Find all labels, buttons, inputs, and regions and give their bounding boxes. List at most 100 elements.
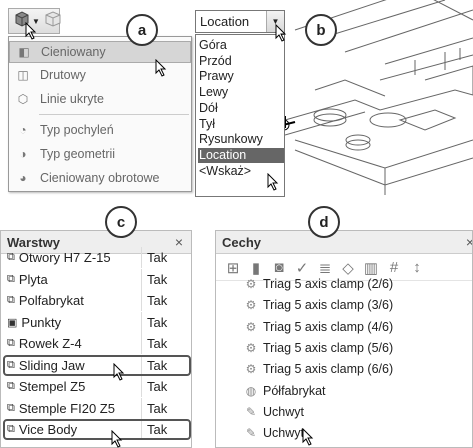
cube-hidden-lines-icon: ⬡ <box>17 92 29 106</box>
layer-visible-value[interactable]: Tak <box>147 379 167 394</box>
holder-icon: ✎ <box>245 426 257 441</box>
menu-item-label: Typ geometrii <box>40 147 116 161</box>
layer-row[interactable]: ⧉ Stempel Z5 Tak <box>1 376 191 397</box>
orientation-list: Góra Przód Prawy Lewy Dół Tył Rysunkowy Locatio… <box>195 34 285 197</box>
menu-item-label: Drutowy <box>40 68 86 82</box>
layer-visible-value[interactable]: Tak <box>147 250 167 265</box>
hash-icon[interactable]: # <box>385 259 403 276</box>
bin-icon[interactable]: ◙ <box>270 259 288 276</box>
layer-name: Polfabrykat <box>18 293 84 308</box>
layer-visible-value[interactable]: Tak <box>147 293 167 308</box>
holder-icon: ✎ <box>245 404 257 419</box>
feature-item[interactable]: ⚙ Triag 5 axis clamp (3/6) <box>244 298 394 313</box>
column-divider <box>141 311 142 333</box>
menu-item-3[interactable]: ◔ Typ pochyleń <box>9 119 191 141</box>
geometry-type-icon: ◑ <box>19 147 27 161</box>
layer-icon: ⧉ <box>7 380 15 392</box>
layer-row[interactable]: ⧉ Rowek Z-4 Tak <box>1 333 191 354</box>
mouse-cursor-icon <box>25 22 37 40</box>
stock-icon: ◍ <box>245 383 257 398</box>
feature-label: Triag 5 axis clamp (3/6) <box>263 298 394 313</box>
column-divider <box>141 376 142 397</box>
layer-visible-value[interactable]: Tak <box>147 336 167 351</box>
layer-row[interactable]: ⧉ Stemple FI20 Z5 Tak <box>1 397 191 419</box>
menu-item-label: Cieniowany <box>41 45 106 59</box>
layer-name: Plyta <box>18 271 48 287</box>
feature-label: Triag 5 axis clamp (6/6) <box>263 362 394 377</box>
feature-label: Półfabrykat <box>263 383 326 398</box>
layer-active-icon: ▣ <box>7 316 18 329</box>
clamp-icon: ⚙ <box>245 319 257 334</box>
feature-label: Triag 5 axis clamp (2/6) <box>263 277 394 291</box>
layer-row[interactable]: ⧉ Plyta Tak <box>1 268 191 290</box>
layer-icon: ⧉ <box>7 272 15 285</box>
row-highlight <box>3 419 191 440</box>
menu-item-2[interactable]: ⬡ Linie ukryte <box>9 88 191 110</box>
clamp-icon: ⚙ <box>245 277 257 291</box>
orientation-option[interactable]: Tył <box>198 117 284 133</box>
feature-item[interactable]: ✎ Uchwyt <box>244 405 304 419</box>
layer-visible-value[interactable]: Tak <box>147 272 167 287</box>
sort-icon[interactable]: ↕ <box>408 259 426 276</box>
shaded-rotate-icon: ◕ <box>19 171 27 185</box>
orientation-option[interactable]: Przód <box>198 54 284 70</box>
row-highlight <box>3 354 191 376</box>
orientation-option[interactable]: Rysunkowy <box>198 132 284 148</box>
callout-d: d <box>308 206 340 238</box>
view-mode-menu: ◧ Cieniowany ◫ Drutowy ⬡ Linie ukryte ◔ Typ poc… <box>8 36 192 192</box>
close-icon[interactable]: × <box>466 234 472 250</box>
chart-icon[interactable]: ▥ <box>362 259 380 277</box>
orientation-option[interactable]: Dół <box>198 101 284 117</box>
layer-name: Rowek Z-4 <box>18 336 82 351</box>
feature-item[interactable]: ⚙ Triag 5 axis clamp (5/6) <box>244 341 394 355</box>
mouse-cursor-icon <box>275 24 287 42</box>
callout-a: a <box>126 14 158 46</box>
layer-visible-value[interactable]: Tak <box>147 401 167 416</box>
callout-b: b <box>305 14 337 46</box>
feature-item[interactable]: ⚙ Triag 5 axis clamp (4/6) <box>244 319 394 334</box>
layer-icon: ⧉ <box>7 401 15 414</box>
menu-item-5[interactable]: ◕ Cieniowany obrotowe <box>9 167 191 189</box>
layer-row[interactable]: ⧉ Otwory H7 Z-15 Tak <box>1 247 191 268</box>
layer-row[interactable]: ⧉ Polfabrykat Tak <box>1 290 191 311</box>
feature-item[interactable]: ⚙ Triag 5 axis clamp (6/6) <box>244 362 394 377</box>
feature-item[interactable]: ⚙ Triag 5 axis clamp (2/6) <box>244 277 394 291</box>
layer-name: Otwory H7 Z-15 <box>18 250 111 265</box>
check-icon[interactable]: ✓ <box>293 259 311 277</box>
menu-item-label: Linie ukryte <box>40 92 104 106</box>
features-panel-header: Cechy × <box>216 231 472 254</box>
feature-item[interactable]: ◍ Półfabrykat <box>244 384 326 398</box>
column-divider <box>141 333 142 354</box>
view-orientation-select[interactable]: Location ▼ <box>195 10 285 33</box>
orientation-option[interactable]: Lewy <box>198 85 284 101</box>
mouse-cursor-icon <box>113 363 125 381</box>
mouse-cursor-icon <box>267 173 279 191</box>
layer-visible-value[interactable]: Tak <box>147 315 167 330</box>
clamp-icon: ⚙ <box>245 362 257 377</box>
feature-item[interactable]: ✎ Uchwyt <box>244 426 304 440</box>
menu-item-4[interactable]: ◑ Typ geometrii <box>9 143 191 165</box>
mouse-cursor-icon <box>155 59 167 77</box>
layer-name: Punkty <box>21 314 62 330</box>
layer-icon: ⧉ <box>7 294 15 306</box>
diamond-icon[interactable]: ◇ <box>339 259 357 277</box>
menu-item-label: Cieniowany obrotowe <box>40 171 160 185</box>
cube-shaded-icon: ◧ <box>18 45 30 59</box>
orientation-option[interactable]: Prawy <box>198 69 284 85</box>
layer-name: Stempel Z5 <box>18 379 86 394</box>
clamp-icon: ⚙ <box>245 298 257 313</box>
stack-icon[interactable]: ≣ <box>316 259 334 277</box>
column-divider <box>141 397 142 419</box>
feature-label: Uchwyt <box>263 426 304 441</box>
orientation-option[interactable]: Location <box>198 147 284 164</box>
column-divider <box>141 268 142 290</box>
features-panel-title: Cechy <box>222 234 262 250</box>
orientation-option[interactable]: Góra <box>198 38 284 54</box>
mouse-cursor-icon <box>302 428 314 446</box>
draft-type-icon: ◔ <box>19 123 27 137</box>
layer-row[interactable]: ▣ Punkty Tak <box>1 311 191 333</box>
feature-label: Triag 5 axis clamp (4/6) <box>263 319 394 334</box>
features-icon[interactable]: ▮ <box>247 259 265 277</box>
menu-separator <box>39 114 189 115</box>
tree-icon[interactable]: ⊞ <box>224 259 242 277</box>
